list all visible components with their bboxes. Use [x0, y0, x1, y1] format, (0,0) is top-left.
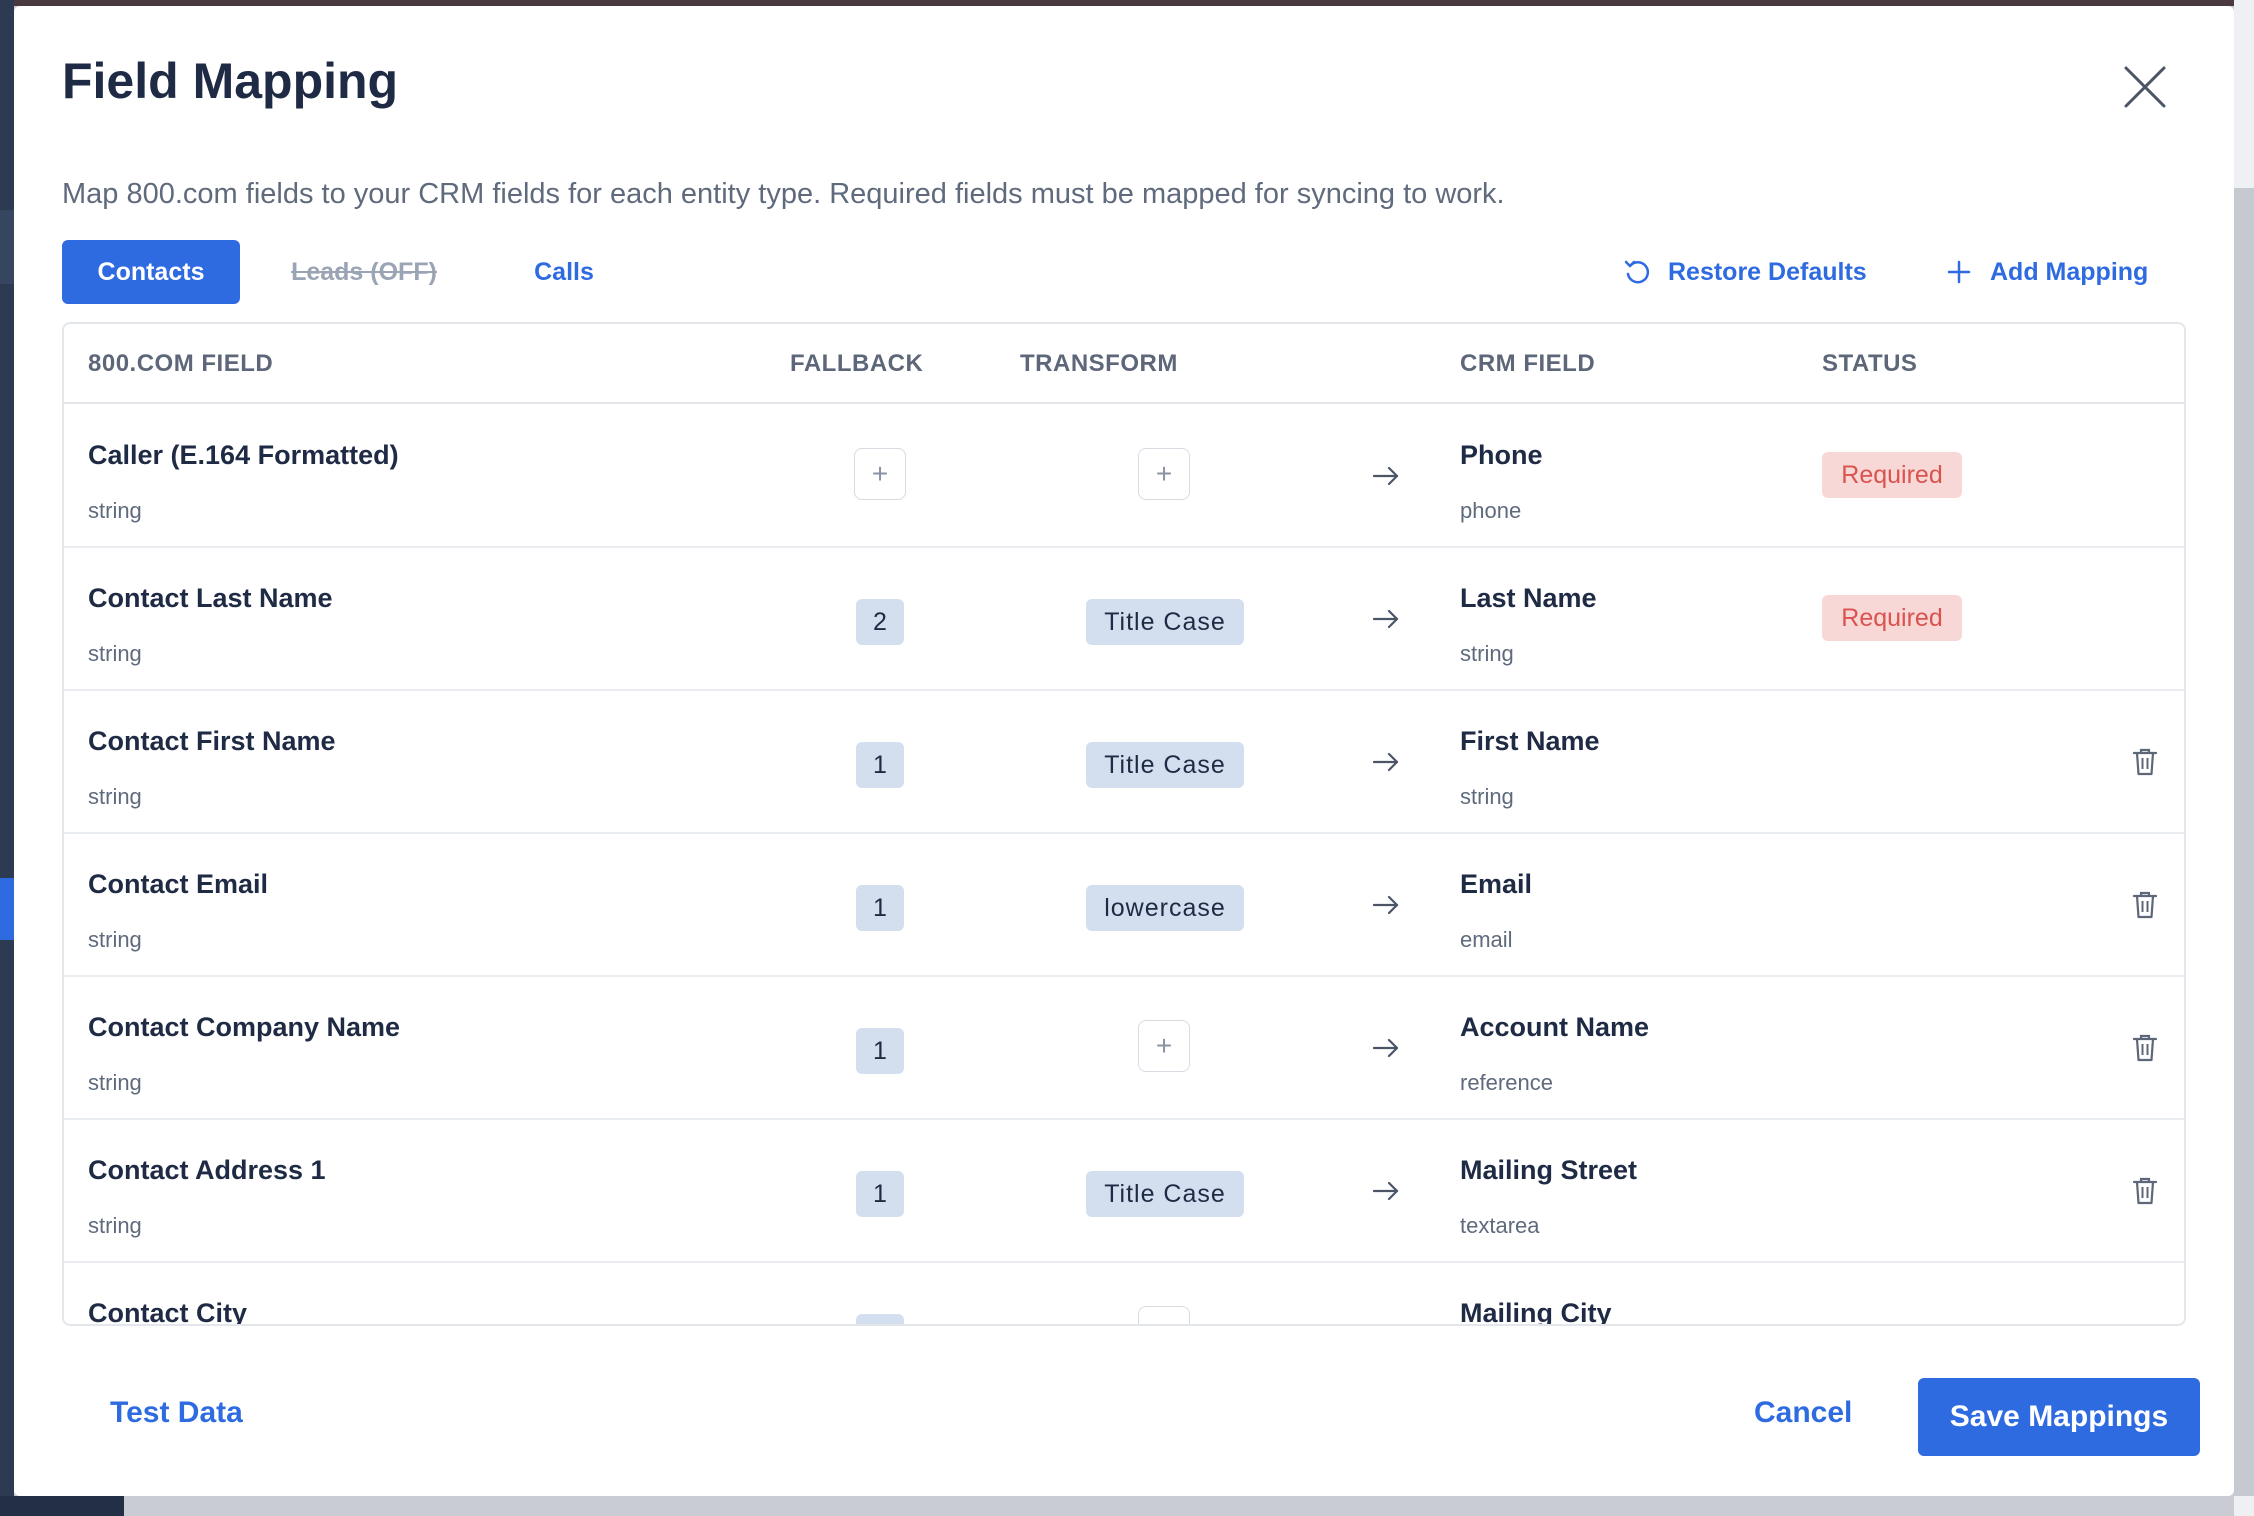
- crm-field-name: Account Name: [1460, 1012, 1650, 1042]
- source-field-name: Contact Email: [88, 869, 269, 899]
- fallback-badge[interactable]: 1: [856, 742, 904, 788]
- transform-badge[interactable]: lowercase: [1086, 885, 1244, 931]
- test-data-button[interactable]: Test Data: [110, 1396, 243, 1430]
- add-mapping-button[interactable]: Add Mapping: [1944, 250, 2148, 294]
- source-field-type: string: [88, 1213, 142, 1238]
- source-field-type: string: [88, 498, 142, 523]
- crm-field-type: string: [1460, 641, 1514, 666]
- backdrop-sidebar-active-item: [0, 878, 14, 940]
- arrow-right-icon: [1372, 1038, 1399, 1058]
- header-transform: TRANSFORM: [1020, 350, 1178, 377]
- save-mappings-button[interactable]: Save Mappings: [1918, 1378, 2200, 1456]
- add-mapping-label: Add Mapping: [1990, 257, 2149, 286]
- transform-badge[interactable]: Title Case: [1086, 1171, 1244, 1217]
- crm-field-name: Mailing City: [1460, 1298, 1612, 1326]
- trash-icon[interactable]: [2130, 746, 2160, 778]
- trash-icon[interactable]: [2130, 1175, 2160, 1207]
- table-row: Caller (E.164 Formatted) string + + Phon…: [64, 404, 2184, 548]
- close-icon: [2124, 66, 2166, 108]
- source-field-type: string: [88, 1070, 142, 1095]
- source-field-name: Contact Company Name: [88, 1012, 401, 1042]
- add-transform-button[interactable]: +: [1138, 1306, 1190, 1324]
- required-badge: Required: [1822, 595, 1962, 641]
- crm-field-name: Mailing Street: [1460, 1155, 1638, 1185]
- table-row: Contact Email string 1 lowercase Email e…: [64, 833, 2184, 977]
- table-row: Contact Address 1 string 1 Title Case Ma…: [64, 1119, 2184, 1263]
- add-transform-button[interactable]: +: [1138, 1020, 1190, 1072]
- source-field-name: Contact Last Name: [88, 583, 333, 613]
- fallback-badge[interactable]: 1: [856, 885, 904, 931]
- add-transform-button[interactable]: +: [1138, 448, 1190, 500]
- tab-contacts[interactable]: Contacts: [62, 240, 240, 304]
- table-row: Contact City + Mailing City: [64, 1262, 2184, 1326]
- arrow-right-icon: [1372, 466, 1399, 486]
- tab-leads[interactable]: Leads (OFF): [284, 240, 444, 304]
- source-field-name: Contact Address 1: [88, 1155, 326, 1185]
- mapping-table[interactable]: 800.COM FIELD FALLBACK TRANSFORM CRM FIE…: [62, 322, 2186, 1326]
- fallback-badge[interactable]: 2: [856, 599, 904, 645]
- transform-badge[interactable]: Title Case: [1086, 742, 1244, 788]
- table-row: Contact First Name string 1 Title Case F…: [64, 690, 2184, 834]
- fallback-badge[interactable]: 1: [856, 1171, 904, 1217]
- trash-icon[interactable]: [2130, 1032, 2160, 1064]
- add-fallback-button[interactable]: +: [854, 448, 906, 500]
- crm-field-type: string: [1460, 784, 1514, 809]
- required-badge: Required: [1822, 452, 1962, 498]
- fallback-badge[interactable]: [856, 1314, 904, 1324]
- source-field-type: string: [88, 927, 142, 952]
- header-status: STATUS: [1822, 350, 1918, 377]
- arrow-right-icon: [1372, 752, 1399, 772]
- table-header: 800.COM FIELD FALLBACK TRANSFORM CRM FIE…: [64, 324, 2184, 404]
- header-crm-field: CRM FIELD: [1460, 350, 1596, 377]
- plus-icon: +: [1155, 458, 1173, 489]
- arrow-right-icon: [1372, 895, 1399, 915]
- header-800com-field: 800.COM FIELD: [88, 350, 274, 377]
- source-field-name: Contact City: [88, 1298, 248, 1326]
- backdrop-right-overlay: [2234, 188, 2254, 1496]
- plus-icon: +: [1156, 1316, 1172, 1324]
- restore-defaults-label: Restore Defaults: [1668, 257, 1867, 286]
- restore-defaults-button[interactable]: Restore Defaults: [1622, 250, 1867, 294]
- crm-field-name: Last Name: [1460, 583, 1597, 613]
- tab-calls[interactable]: Calls: [514, 240, 614, 304]
- arrow-right-icon: [1372, 1181, 1399, 1201]
- close-button[interactable]: [2118, 60, 2172, 114]
- source-field-name: Caller (E.164 Formatted): [88, 440, 399, 470]
- crm-field-name: First Name: [1460, 726, 1600, 756]
- crm-field-type: phone: [1460, 498, 1522, 523]
- backdrop-sidebar-item: [0, 210, 14, 284]
- crm-field-name: Phone: [1460, 440, 1543, 470]
- field-mapping-modal: Field Mapping Map 800.com fields to your…: [14, 6, 2234, 1496]
- undo-icon: [1624, 260, 1650, 284]
- crm-field-name: Email: [1460, 869, 1533, 899]
- plus-icon: [1947, 260, 1971, 284]
- source-field-type: string: [88, 784, 142, 809]
- crm-field-type: reference: [1460, 1070, 1553, 1095]
- modal-description: Map 800.com fields to your CRM fields fo…: [62, 178, 1505, 210]
- modal-title: Field Mapping: [62, 53, 399, 109]
- header-fallback: FALLBACK: [790, 350, 924, 377]
- table-row: Contact Company Name string 1 + Account …: [64, 976, 2184, 1120]
- arrow-right-icon: [1372, 609, 1399, 629]
- transform-badge[interactable]: Title Case: [1086, 599, 1244, 645]
- source-field-name: Contact First Name: [88, 726, 336, 756]
- crm-field-type: textarea: [1460, 1213, 1540, 1238]
- table-row: Contact Last Name string 2 Title Case La…: [64, 547, 2184, 691]
- trash-icon[interactable]: [2130, 889, 2160, 921]
- source-field-type: string: [88, 641, 142, 666]
- backdrop-footer: [0, 1496, 124, 1516]
- crm-field-type: email: [1460, 927, 1513, 952]
- fallback-badge[interactable]: 1: [856, 1028, 904, 1074]
- cancel-button[interactable]: Cancel: [1754, 1396, 1852, 1430]
- plus-icon: +: [1155, 1030, 1173, 1061]
- plus-icon: +: [871, 458, 889, 489]
